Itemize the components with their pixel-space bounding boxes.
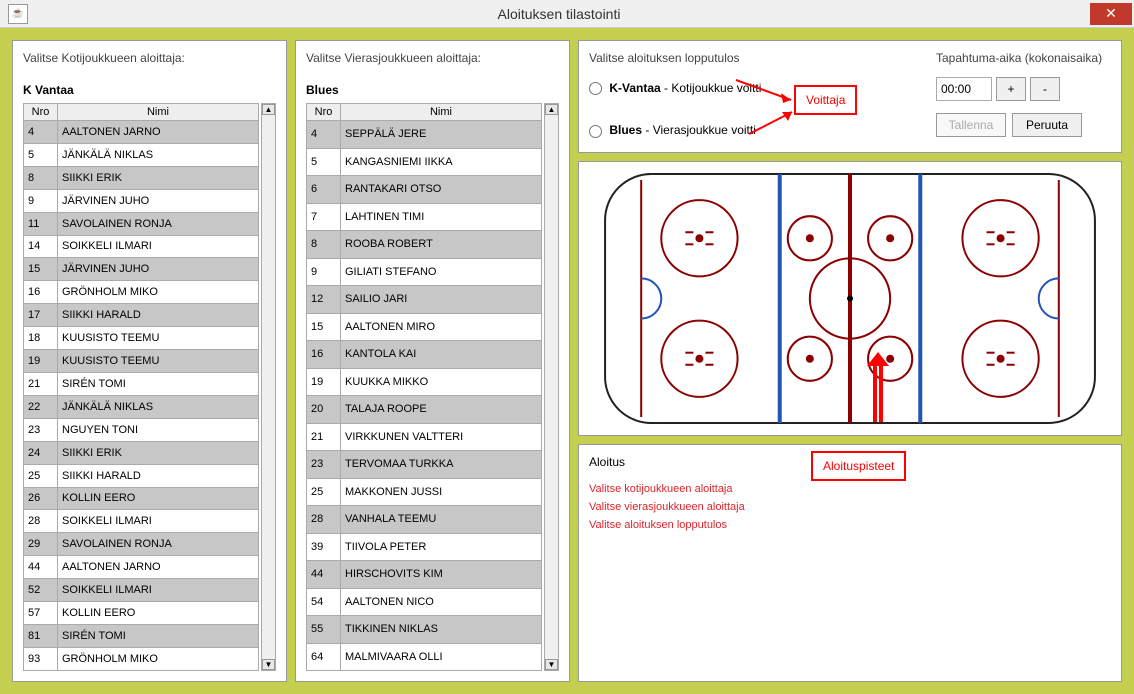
table-row[interactable]: 52SOIKKELI ILMARI [24,579,259,602]
table-row[interactable]: 5KANGASNIEMI IIKKA [307,148,542,176]
table-row[interactable]: 14SOIKKELI ILMARI [24,235,259,258]
table-row[interactable]: 8SIIKKI ERIK [24,166,259,189]
time-plus-button[interactable]: + [996,77,1026,101]
table-row[interactable]: 24SIIKKI ERIK [24,441,259,464]
away-label: Valitse Vierasjoukkueen aloittaja: [306,51,559,65]
table-row[interactable]: 20TALAJA ROOPE [307,396,542,424]
table-row[interactable]: 19KUUSISTO TEEMU [24,350,259,373]
away-table[interactable]: Nro Nimi 4SEPPÄLÄ JERE5KANGASNIEMI IIKKA… [306,103,542,671]
table-row[interactable]: 28SOIKKELI ILMARI [24,510,259,533]
titlebar: ☕ Aloituksen tilastointi ✕ [0,0,1134,28]
table-row[interactable]: 22JÄNKÄLÄ NIKLAS [24,395,259,418]
table-row[interactable]: 9JÄRVINEN JUHO [24,189,259,212]
table-row[interactable]: 18KUUSISTO TEEMU [24,327,259,350]
radio-away[interactable] [589,125,602,138]
table-row[interactable]: 17SIIKKI HARALD [24,304,259,327]
scroll-up-icon[interactable]: ▲ [262,104,275,115]
table-row[interactable]: 16GRÖNHOLM MIKO [24,281,259,304]
table-row[interactable]: 55TIKKINEN NIKLAS [307,616,542,644]
table-row[interactable]: 44AALTONEN JARNO [24,556,259,579]
status-header: Aloitus [589,455,1111,469]
table-row[interactable]: 25SIIKKI HARALD [24,464,259,487]
scroll-up-icon[interactable]: ▲ [545,104,558,115]
col-nro: Nro [307,104,341,121]
table-row[interactable]: 23NGUYEN TONI [24,418,259,441]
time-header: Tapahtuma-aika (kokonaisaika) [936,51,1111,65]
table-row[interactable]: 57KOLLIN EERO [24,602,259,625]
table-row[interactable]: 39TIIVOLA PETER [307,533,542,561]
status-msg-1: Valitse kotijoukkueen aloittaja [589,483,1111,495]
radio-home[interactable] [589,82,602,95]
table-row[interactable]: 29SAVOLAINEN RONJA [24,533,259,556]
status-msg-2: Valitse vierasjoukkueen aloittaja [589,501,1111,513]
table-row[interactable]: 8ROOBA ROBERT [307,231,542,259]
scroll-down-icon[interactable]: ▼ [545,659,558,670]
table-row[interactable]: 21VIRKKUNEN VALTTERI [307,423,542,451]
table-row[interactable]: 6RANTAKARI OTSO [307,176,542,204]
col-nimi: Nimi [58,104,259,121]
close-button[interactable]: ✕ [1090,3,1132,25]
table-row[interactable]: 11SAVOLAINEN RONJA [24,212,259,235]
table-row[interactable]: 4AALTONEN JARNO [24,121,259,144]
table-row[interactable]: 28VANHALA TEEMU [307,506,542,534]
table-row[interactable]: 21SIRÉN TOMI [24,372,259,395]
rink-panel[interactable] [578,161,1122,436]
table-row[interactable]: 7LAHTINEN TIMI [307,203,542,231]
scroll-down-icon[interactable]: ▼ [262,659,275,670]
table-row[interactable]: 93GRÖNHOLM MIKO [24,647,259,670]
away-scrollbar[interactable]: ▲ ▼ [544,103,559,671]
table-row[interactable]: 12SAILIO JARI [307,286,542,314]
table-row[interactable]: 25MAKKONEN JUSSI [307,478,542,506]
result-panel: Valitse aloituksen lopputulos K-Vantaa -… [578,40,1122,153]
away-panel: Valitse Vierasjoukkueen aloittaja: Blues… [295,40,570,682]
table-row[interactable]: 15JÄRVINEN JUHO [24,258,259,281]
table-row[interactable]: 26KOLLIN EERO [24,487,259,510]
home-team: K Vantaa [23,83,276,97]
home-scrollbar[interactable]: ▲ ▼ [261,103,276,671]
table-row[interactable]: 16KANTOLA KAI [307,341,542,369]
table-row[interactable]: 23TERVOMAA TURKKA [307,451,542,479]
table-row[interactable]: 9GILIATI STEFANO [307,258,542,286]
rink-diagram[interactable] [585,168,1115,429]
home-panel: Valitse Kotijoukkueen aloittaja: K Vanta… [12,40,287,682]
time-minus-button[interactable]: - [1030,77,1060,101]
col-nro: Nro [24,104,58,121]
home-label: Valitse Kotijoukkueen aloittaja: [23,51,276,65]
home-table[interactable]: Nro Nimi 4AALTONEN JARNO5JÄNKÄLÄ NIKLAS8… [23,103,259,671]
cancel-button[interactable]: Peruuta [1012,113,1082,137]
table-row[interactable]: 81SIRÉN TOMI [24,624,259,647]
radio-away-win[interactable]: Blues - Vierasjoukkue voitti [589,123,936,137]
table-row[interactable]: 4SEPPÄLÄ JERE [307,121,542,149]
window-title: Aloituksen tilastointi [28,6,1090,22]
table-row[interactable]: 54AALTONEN NICO [307,588,542,616]
result-header: Valitse aloituksen lopputulos [589,51,936,65]
table-row[interactable]: 15AALTONEN MIRO [307,313,542,341]
status-panel: Aloitus Valitse kotijoukkueen aloittaja … [578,444,1122,682]
save-button[interactable]: Tallenna [936,113,1006,137]
status-msg-3: Valitse aloituksen lopputulos [589,519,1111,531]
table-row[interactable]: 5JÄNKÄLÄ NIKLAS [24,143,259,166]
time-input[interactable] [936,77,992,101]
table-row[interactable]: 64MALMIVAARA OLLI [307,643,542,671]
table-row[interactable]: 44HIRSCHOVITS KIM [307,561,542,589]
col-nimi: Nimi [341,104,542,121]
radio-home-win[interactable]: K-Vantaa - Kotijoukkue voitti [589,81,936,95]
table-row[interactable]: 19KUUKKA MIKKO [307,368,542,396]
app-icon: ☕ [8,4,28,24]
away-team: Blues [306,83,559,97]
